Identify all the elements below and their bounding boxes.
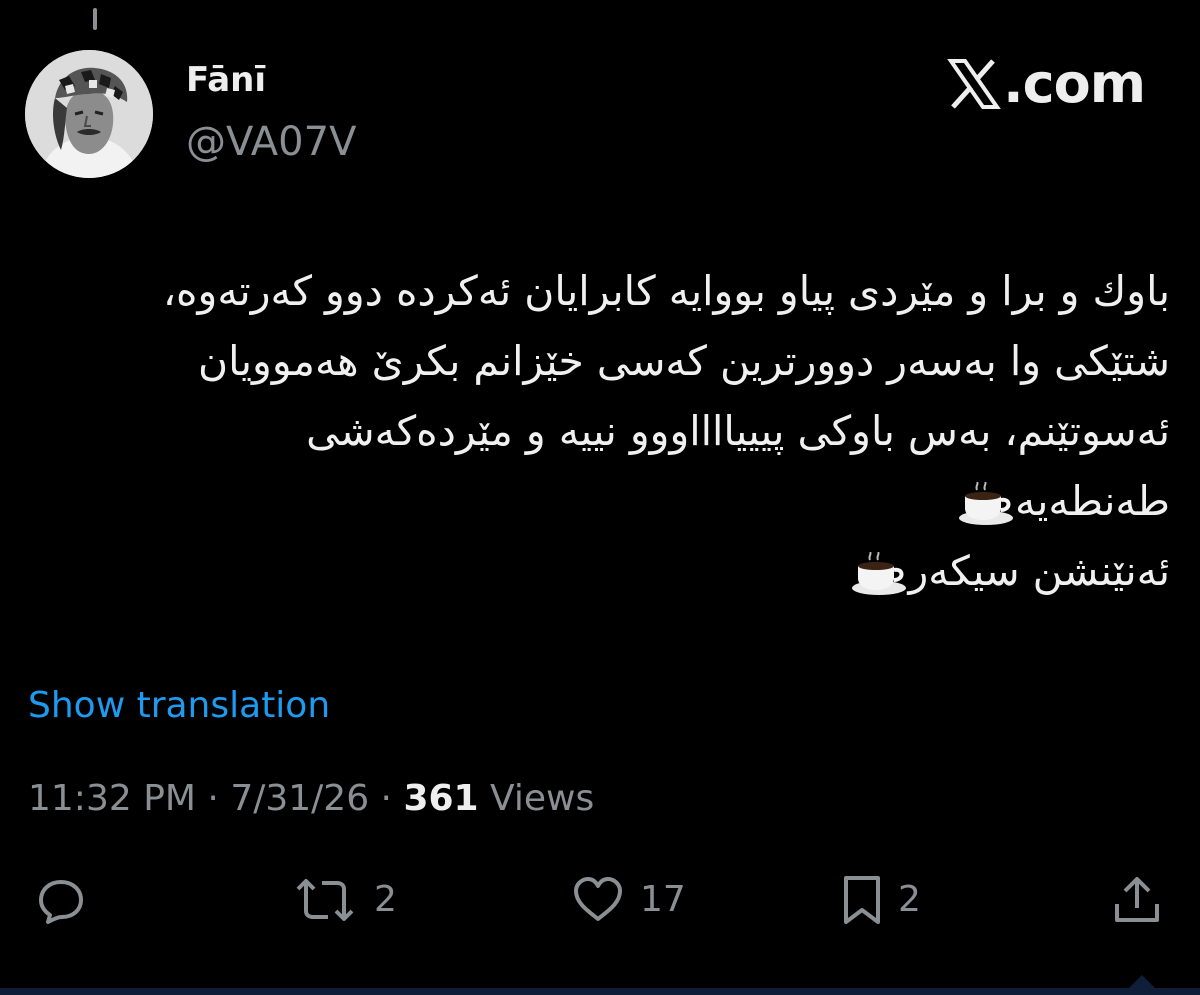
tweet-meta: 11:32 PM · 7/31/26 · 361 Views [28, 776, 594, 822]
retweet-icon [296, 879, 354, 921]
show-translation-link[interactable]: Show translation [28, 684, 330, 728]
share-button[interactable] [1112, 860, 1162, 940]
tweet-text: باوك و برا و مێردی پیاو بووایە كابرایان … [20, 256, 1170, 606]
tweet-line-4-text: طەنطەیە [1014, 477, 1170, 525]
bookmark-count: 2 [898, 879, 921, 920]
tweet-line-4: طەنطەیە [20, 466, 1170, 536]
tweet-line-3: ئەسوتێنم، بەس باوكی پیییااااووو نییە و م… [306, 407, 1170, 455]
hot-beverage-icon [958, 482, 1013, 525]
author-display-name[interactable]: Fānī [186, 58, 266, 102]
heart-icon [574, 877, 622, 921]
meta-separator: · [195, 778, 231, 819]
views-count[interactable]: 361 [403, 778, 478, 819]
brand-watermark: .com [947, 52, 1146, 116]
tweet-line-5-text: ئەنێنشن سیکەر [908, 547, 1170, 595]
top-divider-stub [93, 8, 97, 30]
tweet-actions: 2 17 2 [0, 860, 1200, 940]
bottom-edge-notch [1128, 975, 1156, 989]
share-icon [1115, 877, 1159, 922]
avatar[interactable] [25, 50, 153, 178]
avatar-photo-icon [25, 50, 153, 178]
like-count: 17 [640, 879, 686, 920]
x-logo-icon [947, 59, 1001, 109]
tweet-line-1: باوك و برا و مێردی پیاو بووایە كابرایان … [162, 267, 1170, 315]
bookmark-icon [844, 876, 880, 924]
retweet-count: 2 [374, 879, 397, 920]
tweet-date[interactable]: 7/31/26 [230, 778, 369, 819]
brand-text: .com [1003, 52, 1146, 115]
reply-icon [39, 880, 83, 924]
bookmark-button[interactable]: 2 [842, 860, 921, 940]
author-handle[interactable]: @VA07V [186, 118, 356, 166]
tweet-line-2: شتێكی وا بەسەر دوورترین كەسی خێزانم بكرێ… [198, 337, 1170, 385]
retweet-button[interactable]: 2 [292, 860, 397, 940]
tweet-line-5: ئەنێنشن سیکەر [20, 536, 1170, 606]
like-button[interactable]: 17 [572, 860, 686, 940]
meta-separator: · [369, 778, 404, 819]
bottom-edge-bar [0, 988, 1200, 995]
reply-button[interactable] [36, 860, 102, 940]
tweet-time[interactable]: 11:32 PM [28, 778, 196, 819]
views-label[interactable]: Views [490, 778, 594, 819]
hot-beverage-icon [852, 552, 907, 595]
